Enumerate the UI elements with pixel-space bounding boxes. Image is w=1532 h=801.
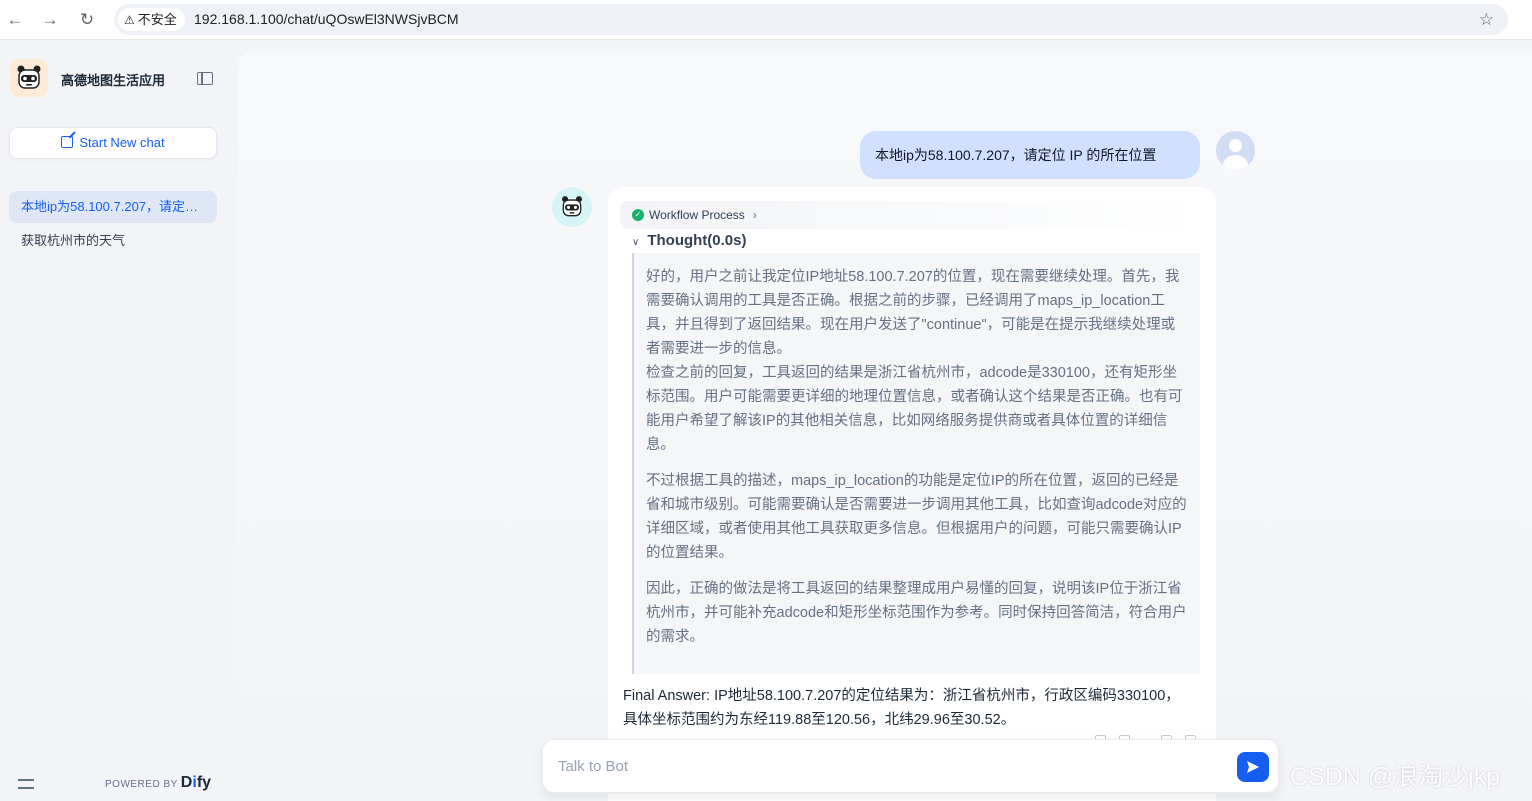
- bot-message: ✓ Workflow Process › ∨ Thought(0.0s) 好的，用户…: [608, 187, 1216, 801]
- thought-paragraph: 不过根据工具的描述，maps_ip_location的功能是定位IP的所在位置，…: [646, 473, 1187, 561]
- conversation-item[interactable]: 获取杭州市的天气: [9, 225, 217, 257]
- reload-icon[interactable]: ↻: [76, 9, 98, 31]
- browser-toolbar: ← → ↻ ⚠ 不安全 192.168.1.100/chat/uQOswEl3NW…: [0, 0, 1532, 40]
- security-label: 不安全: [137, 12, 177, 27]
- app-logo: [10, 59, 48, 97]
- sidebar-toggle-icon[interactable]: [197, 72, 213, 85]
- thought-title: Thought(0.0s): [647, 232, 747, 249]
- thought-content: 好的，用户之前让我定位IP地址58.100.7.207的位置，现在需要继续处理。…: [632, 253, 1200, 674]
- thought-paragraph: 因此，正确的做法是将工具返回的结果整理成用户易懂的回复，说明该IP位于浙江省杭州…: [646, 581, 1187, 645]
- chat-area: 本地ip为58.100.7.207，请定位 IP 的所在位置 ✓ Workflo…: [237, 51, 1532, 801]
- powered-by-dify: POWERED BY Dify: [105, 774, 211, 794]
- forward-icon[interactable]: →: [39, 9, 61, 31]
- chat-input[interactable]: Talk to Bot: [542, 739, 1279, 793]
- app-title: 高德地图生活应用: [61, 73, 166, 88]
- url-text[interactable]: 192.168.1.100/chat/uQOswEl3NWSjvBCM: [194, 4, 459, 35]
- thought-toggle[interactable]: ∨ Thought(0.0s): [632, 231, 746, 253]
- warning-icon: ⚠: [124, 13, 135, 27]
- conversation-item[interactable]: 本地ip为58.100.7.207，请定位 IP 的所在位置: [9, 191, 217, 223]
- edit-icon: [61, 136, 74, 148]
- address-bar[interactable]: ⚠ 不安全 192.168.1.100/chat/uQOswEl3NWSjvBCM…: [114, 4, 1508, 35]
- check-circle-icon: ✓: [632, 209, 644, 221]
- chat-input-placeholder: Talk to Bot: [558, 758, 629, 775]
- start-new-chat-button[interactable]: Start New chat: [9, 127, 217, 159]
- user-avatar: [1216, 131, 1255, 170]
- workflow-process-toggle[interactable]: ✓ Workflow Process ›: [620, 201, 1202, 229]
- dify-logo: Dify: [180, 774, 212, 791]
- powered-by-label: POWERED BY: [105, 779, 178, 790]
- workflow-process-label: Workflow Process: [649, 208, 745, 222]
- back-icon[interactable]: ←: [4, 9, 26, 31]
- bookmark-star-icon[interactable]: ☆: [1479, 4, 1494, 35]
- thought-paragraph: 好的，用户之前让我定位IP地址58.100.7.207的位置，现在需要继续处理。…: [646, 269, 1180, 357]
- robot-panda-icon: [562, 196, 582, 217]
- chevron-down-icon: ∨: [632, 237, 640, 248]
- sidebar: 高德地图生活应用 Start New chat 本地ip为58.100.7.20…: [0, 41, 236, 801]
- security-chip[interactable]: ⚠ 不安全: [118, 8, 185, 31]
- chevron-right-icon: ›: [752, 208, 757, 222]
- send-icon: [1247, 761, 1259, 773]
- settings-sliders-icon[interactable]: [18, 777, 34, 791]
- final-answer: Final Answer: IP地址58.100.7.207的定位结果为：浙江省…: [623, 688, 1180, 728]
- send-button[interactable]: [1237, 752, 1269, 782]
- robot-panda-icon: [17, 65, 41, 89]
- user-message: 本地ip为58.100.7.207，请定位 IP 的所在位置: [860, 131, 1200, 179]
- thought-paragraph: 检查之前的回复，工具返回的结果是浙江省杭州市，adcode是330100，还有矩…: [646, 365, 1183, 453]
- bot-avatar: [552, 187, 592, 227]
- start-new-chat-label: Start New chat: [79, 135, 165, 150]
- watermark: CSDN @浪淘沙jkp: [1290, 763, 1501, 791]
